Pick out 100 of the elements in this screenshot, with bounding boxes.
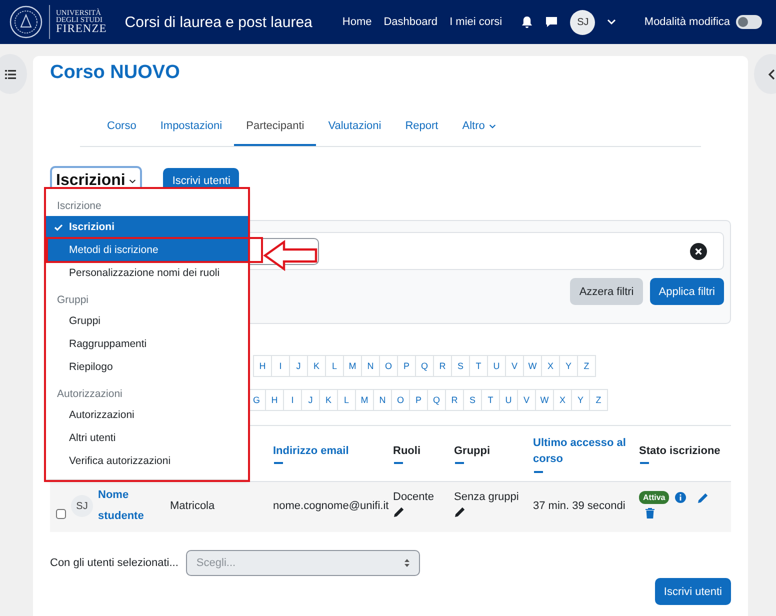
table-cell-text: Docente [393, 491, 435, 503]
menu-item[interactable]: Raggruppamenti [46, 333, 248, 355]
user-avatar: SJ [71, 495, 93, 517]
apply-filters-button[interactable]: Applica filtri [650, 278, 724, 305]
letter-filter[interactable]: X [541, 355, 560, 377]
table-cell-text: Matricola [170, 499, 216, 512]
letter-filter[interactable]: K [307, 355, 326, 377]
table-cell-text: nome.cognome@unifi.it [273, 499, 390, 512]
letter-filter[interactable]: J [289, 355, 308, 377]
toggle-switch[interactable] [736, 15, 762, 29]
table-cell-text: 37 min. 39 secondi [533, 499, 626, 512]
check-icon [54, 224, 63, 231]
letter-filter[interactable]: Z [577, 355, 596, 377]
letter-filter[interactable]: N [373, 389, 392, 411]
letter-filter[interactable]: U [487, 355, 506, 377]
menu-group-header: Autorizzazioni [56, 387, 124, 402]
column-header[interactable]: Ultimo accesso al corso [533, 434, 635, 468]
minus-icon[interactable] [394, 462, 403, 464]
column-header[interactable]: Indirizzo email [273, 442, 389, 460]
minus-icon[interactable] [274, 462, 283, 464]
letter-filter[interactable]: T [469, 355, 488, 377]
letter-filter[interactable]: K [319, 389, 338, 411]
trash-icon[interactable] [645, 508, 655, 519]
letter-filter[interactable]: O [391, 389, 410, 411]
seal-icon [9, 5, 43, 39]
chat-icon[interactable] [545, 16, 558, 28]
course-title: Corso NUOVO [50, 61, 181, 85]
letter-filter[interactable]: S [463, 389, 482, 411]
minus-icon[interactable] [534, 470, 543, 472]
letter-filter[interactable]: H [253, 355, 272, 377]
logo-text: FIRENZE [56, 24, 107, 36]
chevron-left-icon [768, 68, 774, 80]
letter-filter[interactable]: R [433, 355, 452, 377]
nav-link[interactable]: Dashboard [384, 16, 438, 28]
pencil-icon[interactable] [393, 506, 405, 518]
letter-filter[interactable]: I [283, 389, 302, 411]
tab[interactable]: Valutazioni [316, 108, 394, 146]
minus-icon[interactable] [455, 462, 464, 464]
user-name-link[interactable]: Nome studente [98, 485, 168, 527]
menu-item[interactable]: Verifica autorizzazioni [46, 450, 248, 472]
site-name[interactable]: Corsi di laurea e post laurea [124, 14, 312, 30]
letter-filter[interactable]: X [553, 389, 572, 411]
letter-filter[interactable]: S [451, 355, 470, 377]
letter-filter[interactable]: W [523, 355, 542, 377]
letter-filter[interactable]: P [397, 355, 416, 377]
letter-filter[interactable]: V [505, 355, 524, 377]
sort-arrows-icon [404, 558, 410, 568]
info-icon[interactable] [675, 492, 686, 503]
checkbox[interactable] [56, 509, 66, 519]
menu-button[interactable] [0, 54, 27, 94]
menu-item[interactable]: Metodi di iscrizione [46, 239, 248, 261]
minus-icon[interactable] [640, 462, 649, 464]
letter-filter[interactable]: V [517, 389, 536, 411]
letter-filter[interactable]: R [445, 389, 464, 411]
letter-filter[interactable]: H [265, 389, 284, 411]
letter-filter[interactable]: M [343, 355, 362, 377]
bulk-action-label: Con gli utenti selezionati... [50, 557, 178, 569]
menu-group-header: Gruppi [56, 293, 90, 308]
letter-filter[interactable]: Y [559, 355, 578, 377]
letter-filter[interactable]: Y [571, 389, 590, 411]
edit-mode-label: Modalità modifica [644, 16, 730, 28]
enrol-users-button[interactable]: Iscrivi utenti [654, 578, 731, 605]
letter-filter[interactable]: N [361, 355, 380, 377]
tab[interactable]: Impostazioni [148, 108, 234, 146]
letter-filter[interactable]: W [535, 389, 554, 411]
menu-item[interactable]: Autorizzazioni [46, 404, 248, 426]
user-avatar[interactable]: SJ [570, 10, 596, 34]
letter-filter[interactable]: T [481, 389, 500, 411]
clear-filters-button[interactable]: Azzera filtri [570, 278, 643, 305]
letter-filter[interactable]: I [271, 355, 290, 377]
letter-filter[interactable]: U [499, 389, 518, 411]
menu-item[interactable]: Gruppi [46, 310, 248, 332]
menu-item[interactable]: Altri utenti [46, 427, 248, 449]
letter-filter[interactable]: J [301, 389, 320, 411]
letter-filter[interactable]: L [325, 355, 344, 377]
column-header: Stato iscrizione [639, 444, 722, 459]
menu-item[interactable]: Iscrizioni [46, 216, 248, 238]
menu-item[interactable]: Personalizzazione nomi dei ruoli [46, 262, 248, 284]
nav-link[interactable]: I miei corsi [450, 16, 502, 28]
menu-item[interactable]: Riepilogo [46, 356, 248, 378]
list-icon [4, 70, 16, 78]
select-field[interactable]: Scegli... [186, 550, 420, 576]
nav-link[interactable]: Home [342, 16, 372, 28]
chevron-down-icon[interactable] [607, 19, 616, 25]
tab[interactable]: Partecipanti [234, 108, 316, 146]
tab[interactable]: Corso [95, 108, 148, 146]
bell-icon[interactable] [521, 16, 534, 28]
letter-filter[interactable]: Q [415, 355, 434, 377]
letter-filter[interactable]: Q [427, 389, 446, 411]
letter-filter[interactable]: P [409, 389, 428, 411]
pencil-icon[interactable] [454, 506, 466, 518]
tab[interactable]: Report [393, 108, 450, 146]
close-icon[interactable] [690, 242, 707, 260]
letter-filter[interactable]: Z [589, 389, 608, 411]
status-badge: Attiva [639, 491, 670, 504]
letter-filter[interactable]: O [379, 355, 398, 377]
tab[interactable]: Altro [450, 108, 508, 146]
letter-filter[interactable]: M [355, 389, 374, 411]
caret-icon [129, 178, 136, 184]
letter-filter[interactable]: L [337, 389, 356, 411]
